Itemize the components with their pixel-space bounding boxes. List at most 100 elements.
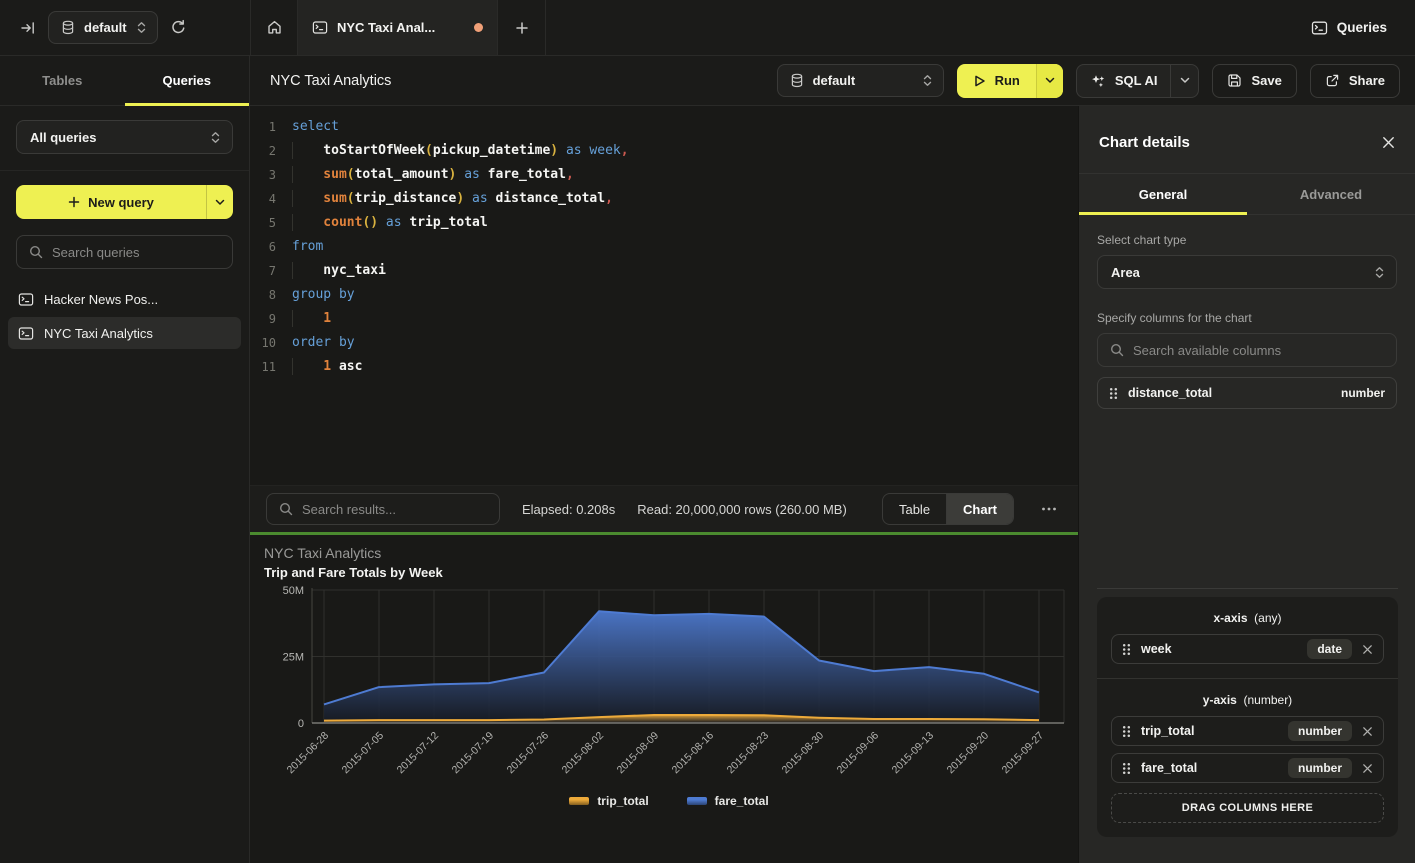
save-label: Save — [1251, 73, 1281, 88]
chart-details-panel: Chart details General Advanced Select ch… — [1078, 106, 1415, 863]
run-database-selector[interactable]: default — [777, 64, 944, 97]
run-button[interactable]: Run — [957, 64, 1063, 98]
drop-zone[interactable]: DRAG COLUMNS HERE — [1111, 793, 1384, 823]
line-number: 4 — [250, 187, 292, 211]
share-label: Share — [1349, 73, 1385, 88]
drag-handle-icon[interactable] — [1109, 387, 1118, 400]
legend-swatch — [687, 797, 707, 805]
run-dropdown[interactable] — [1036, 64, 1063, 98]
new-query-button[interactable]: New query — [16, 185, 233, 219]
close-icon[interactable] — [1382, 136, 1395, 149]
svg-text:50M: 50M — [283, 585, 304, 597]
available-column-row[interactable]: distance_total number — [1097, 377, 1397, 409]
query-terminal-icon — [18, 292, 34, 307]
line-number: 7 — [250, 259, 292, 283]
query-list-item[interactable]: NYC Taxi Analytics — [8, 317, 241, 349]
legend-item[interactable]: trip_total — [569, 794, 648, 808]
database-icon — [61, 20, 75, 35]
sql-ai-dropdown[interactable] — [1170, 65, 1198, 97]
search-icon — [29, 245, 43, 259]
chart-type-value: Area — [1111, 265, 1140, 280]
svg-text:2015-08-09: 2015-08-09 — [615, 730, 662, 777]
tab-advanced[interactable]: Advanced — [1247, 174, 1415, 214]
drag-handle-icon[interactable] — [1122, 643, 1131, 656]
table-view-button[interactable]: Table — [883, 494, 947, 524]
results-search-input[interactable] — [302, 502, 487, 517]
chart-view-button[interactable]: Chart — [947, 494, 1013, 524]
plus-icon — [68, 196, 80, 208]
specify-columns-label: Specify columns for the chart — [1097, 311, 1397, 325]
column-type: number — [1341, 386, 1385, 400]
code-line: 7 nyc_taxi — [250, 259, 1078, 283]
code-line: 4 sum(trip_distance) as distance_total, — [250, 187, 1078, 211]
home-tab[interactable] — [251, 0, 298, 55]
sql-editor[interactable]: 1 select 2 toStartOfWeek(pickup_datetime… — [250, 106, 1078, 485]
axis-column-row[interactable]: fare_total number — [1111, 753, 1384, 783]
legend-item[interactable]: fare_total — [687, 794, 769, 808]
chart-subtitle: Trip and Fare Totals by Week — [264, 565, 1074, 580]
run-database-value: default — [813, 73, 913, 88]
axis-column-row[interactable]: week date — [1111, 634, 1384, 664]
database-selector[interactable]: default — [48, 11, 158, 44]
new-query-label: New query — [88, 195, 154, 210]
column-type-badge: number — [1288, 758, 1352, 778]
svg-text:2015-09-06: 2015-09-06 — [835, 730, 882, 777]
query-search-input[interactable] — [52, 245, 220, 260]
chevron-updown-icon — [210, 131, 221, 144]
chart-legend: trip_total fare_total — [264, 794, 1074, 808]
chart-type-select[interactable]: Area — [1097, 255, 1397, 289]
home-icon — [266, 19, 283, 36]
sidebar: Tables Queries All queries New query — [0, 56, 250, 863]
tab-label: NYC Taxi Anal... — [337, 20, 465, 35]
queries-menu-button[interactable]: Queries — [1311, 0, 1415, 55]
tab-nyc-taxi-analytics[interactable]: NYC Taxi Anal... — [298, 0, 498, 55]
column-name: trip_total — [1141, 724, 1278, 738]
remove-column-icon[interactable] — [1362, 726, 1373, 737]
remove-column-icon[interactable] — [1362, 763, 1373, 774]
query-item-label: NYC Taxi Analytics — [44, 326, 153, 341]
results-search-box — [266, 493, 500, 525]
query-filter-select[interactable]: All queries — [16, 120, 233, 154]
database-icon — [790, 73, 804, 88]
y-axis-heading: y-axis (number) — [1111, 691, 1384, 709]
svg-text:2015-07-26: 2015-07-26 — [505, 730, 552, 777]
share-button[interactable]: Share — [1310, 64, 1400, 98]
sidebar-collapse-icon[interactable] — [20, 20, 36, 36]
sparkles-icon — [1090, 73, 1106, 89]
query-title: NYC Taxi Analytics — [270, 73, 391, 89]
new-query-dropdown[interactable] — [206, 185, 233, 219]
svg-text:2015-09-13: 2015-09-13 — [890, 730, 937, 777]
chevron-updown-icon — [922, 74, 933, 87]
panel-divider — [1097, 588, 1398, 589]
run-label: Run — [995, 73, 1020, 88]
svg-text:2015-08-23: 2015-08-23 — [725, 730, 772, 777]
chart-title: NYC Taxi Analytics — [264, 545, 1074, 561]
drag-handle-icon[interactable] — [1122, 762, 1131, 775]
column-type-badge: date — [1307, 639, 1352, 659]
tab-queries[interactable]: Queries — [125, 56, 250, 105]
axis-column-row[interactable]: trip_total number — [1111, 716, 1384, 746]
queries-menu-label: Queries — [1337, 20, 1387, 35]
x-axis-section: x-axis (any) week date — [1097, 597, 1398, 664]
new-tab-button[interactable] — [498, 0, 546, 55]
save-button[interactable]: Save — [1212, 64, 1296, 98]
indent-guide — [292, 190, 323, 207]
unsaved-changes-dot — [474, 23, 483, 32]
remove-column-icon[interactable] — [1362, 644, 1373, 655]
chart-type-label: Select chart type — [1097, 233, 1397, 247]
tab-general[interactable]: General — [1079, 174, 1247, 214]
tab-tables[interactable]: Tables — [0, 56, 125, 105]
columns-search-input[interactable] — [1133, 343, 1384, 358]
indent-guide — [292, 166, 323, 183]
drag-handle-icon[interactable] — [1122, 725, 1131, 738]
query-list-item[interactable]: Hacker News Pos... — [8, 283, 241, 315]
line-number: 10 — [250, 331, 292, 355]
more-options-button[interactable] — [1036, 496, 1062, 522]
refresh-icon[interactable] — [170, 19, 187, 36]
chevron-updown-icon — [136, 21, 147, 34]
svg-text:2015-06-28: 2015-06-28 — [285, 730, 332, 777]
share-icon — [1325, 73, 1340, 88]
code-line: 9 1 — [250, 307, 1078, 331]
sql-ai-button[interactable]: SQL AI — [1076, 64, 1200, 98]
svg-text:2015-07-12: 2015-07-12 — [395, 730, 442, 777]
